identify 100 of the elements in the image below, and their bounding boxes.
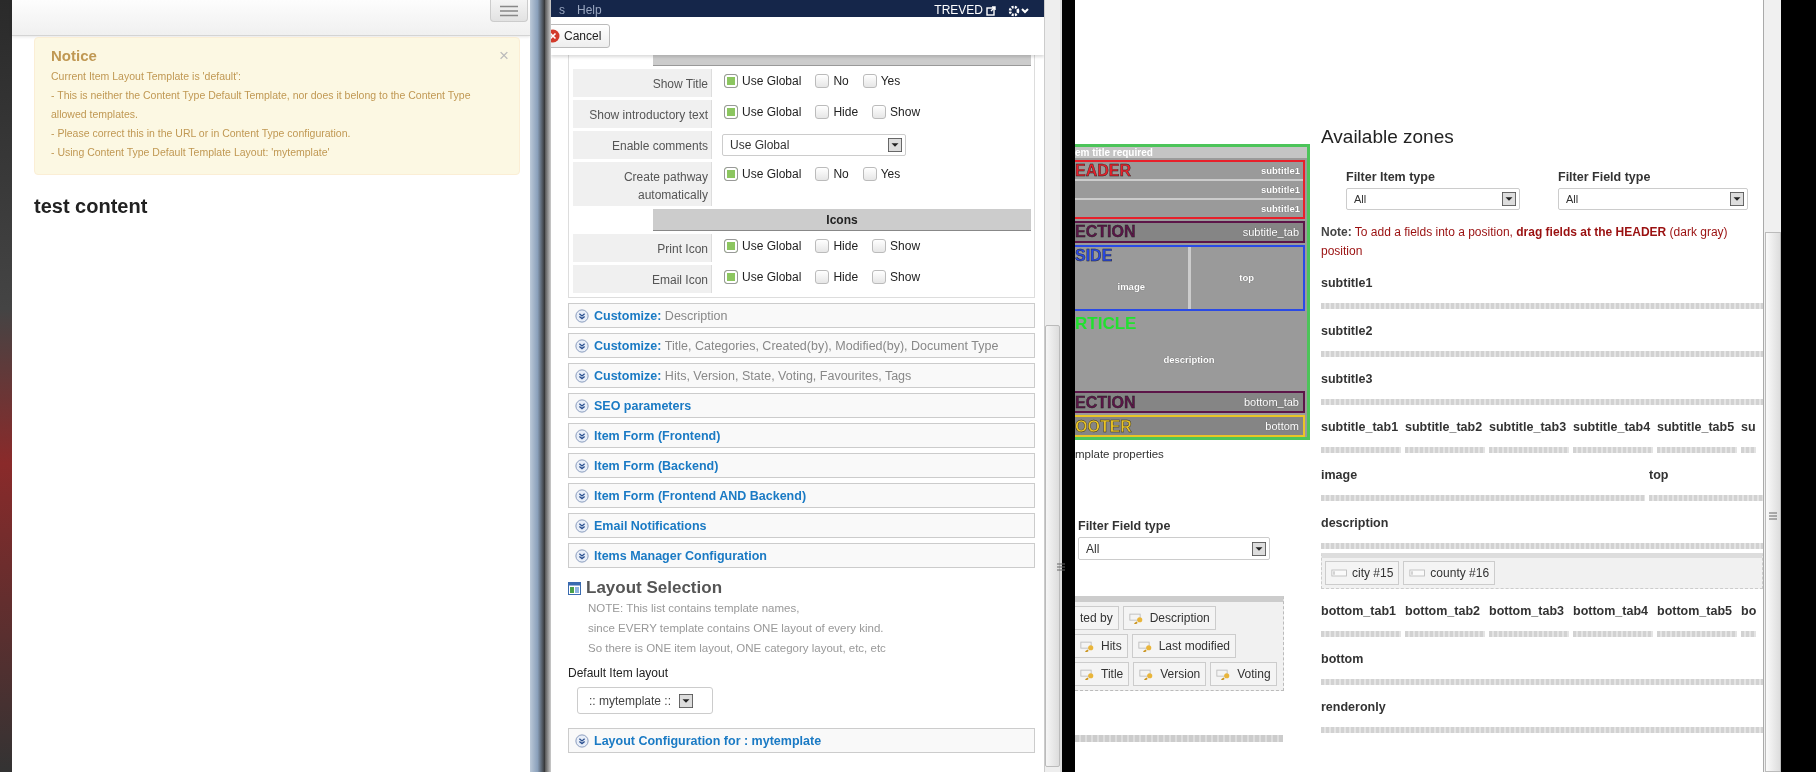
- collapsible-panel[interactable]: Item Form (Frontend AND Backend): [568, 483, 1035, 508]
- zone-label: bo: [1741, 604, 1757, 618]
- radio-option[interactable]: Hide: [815, 105, 859, 119]
- zone-slot: description: [1163, 353, 1215, 365]
- note-text: since EVERY template contains ONE layout of every kind.: [588, 621, 885, 636]
- radio-option[interactable]: Hide: [815, 270, 859, 284]
- collapsible-panel[interactable]: Customize: Hits, Version, State, Voting, Favourites, Tags: [568, 363, 1035, 388]
- expand-icon: [575, 548, 589, 563]
- zone-slot: bottom: [1265, 420, 1299, 433]
- radio-option[interactable]: No: [815, 167, 849, 181]
- zone-label: image: [1321, 468, 1359, 482]
- radio-option[interactable]: No: [815, 74, 849, 88]
- collapsible-panel[interactable]: Item Form (Frontend): [568, 423, 1035, 448]
- radio-option[interactable]: Use Global: [724, 167, 802, 181]
- collapsible-panel[interactable]: Layout Configuration for : mytemplate: [568, 728, 1035, 753]
- zone-slot: subtitle1: [1260, 165, 1300, 176]
- zone-label: su: [1741, 420, 1756, 434]
- zone-label: bottom_tab1: [1321, 604, 1397, 618]
- zone-slot: image: [1117, 280, 1145, 292]
- collapsible-panel[interactable]: Item Form (Backend): [568, 453, 1035, 478]
- option-label: Show Title: [573, 69, 712, 97]
- zone-name: OOTER: [1075, 417, 1132, 435]
- expand-icon: [575, 733, 589, 748]
- filter-label: Filter Field type: [1078, 519, 1172, 533]
- collapsible-panel[interactable]: Email Notifications: [568, 513, 1035, 538]
- caret-icon: [679, 693, 694, 708]
- field-chip[interactable]: county #16: [1403, 561, 1496, 585]
- zone-label: subtitle_tab3: [1489, 420, 1568, 434]
- expand-icon: [575, 308, 589, 323]
- grip-icon[interactable]: [1767, 510, 1778, 522]
- zone-name: SIDE: [1075, 246, 1114, 264]
- field-chip[interactable]: Version: [1133, 662, 1207, 686]
- radio-option[interactable]: Use Global: [724, 270, 802, 284]
- zone-label: bottom_tab5: [1657, 604, 1733, 618]
- layout-select[interactable]: :: mytemplate ::: [577, 687, 713, 714]
- caret-icon: [1730, 192, 1744, 206]
- collapsible-panel[interactable]: SEO parameters: [568, 393, 1035, 418]
- notice-text: Current Item Layout Template is 'default':: [51, 69, 242, 84]
- zone-slot: top: [1239, 272, 1255, 284]
- zone-label: bottom: [1321, 652, 1365, 666]
- zone-name: ECTION: [1075, 223, 1136, 241]
- radio-option[interactable]: Use Global: [724, 239, 802, 253]
- option-label: Print Icon: [573, 234, 712, 262]
- section-title: Layout Selection: [586, 578, 723, 598]
- zone-slot: subtitle1: [1260, 203, 1300, 214]
- field-icon: [1409, 567, 1428, 579]
- collapsible-panel[interactable]: Customize: Title, Categories, Created(by), Modified(by), Document Type: [568, 333, 1035, 358]
- field-chip[interactable]: Last modified: [1131, 634, 1237, 658]
- preview-title: em title required: [1075, 147, 1307, 158]
- zone-name: RTICLE: [1075, 314, 1138, 332]
- expand-icon: [575, 368, 589, 383]
- option-label: Email Icon: [573, 265, 712, 293]
- expand-icon: [575, 398, 589, 413]
- zone-label: bottom_tab3: [1489, 604, 1565, 618]
- filter-select[interactable]: All: [1346, 188, 1520, 210]
- zone-label: subtitle3: [1321, 372, 1374, 386]
- field-chip[interactable]: Description: [1122, 606, 1216, 630]
- expand-icon: [575, 518, 589, 533]
- settings-icon[interactable]: [1008, 5, 1030, 17]
- caret-icon: [888, 138, 902, 152]
- expand-icon: [575, 458, 589, 473]
- note-text: So there is ONE item layout, ONE category layout, etc, etc: [588, 641, 887, 656]
- zone-label: top: [1649, 468, 1670, 482]
- notice-title: Notice: [51, 47, 97, 64]
- field-chip[interactable]: ted by: [1075, 606, 1119, 630]
- collapsible-panel[interactable]: Customize: Description: [568, 303, 1035, 328]
- option-select[interactable]: Use Global: [722, 134, 906, 156]
- filter-select[interactable]: All: [1078, 537, 1270, 560]
- grip-icon[interactable]: [1056, 560, 1066, 574]
- expand-icon: [575, 338, 589, 353]
- user-link[interactable]: TREVED: [934, 4, 996, 17]
- caret-icon: [1252, 541, 1266, 556]
- collapsible-panel[interactable]: Items Manager Configuration: [568, 543, 1035, 568]
- zone-name: ECTION: [1075, 393, 1136, 411]
- field-chip[interactable]: Title: [1075, 662, 1130, 686]
- radio-option[interactable]: Show: [872, 239, 921, 253]
- menu-button[interactable]: [490, 0, 528, 22]
- radio-option[interactable]: Yes: [862, 167, 901, 181]
- radio-option[interactable]: Use Global: [724, 105, 802, 119]
- filter-label: Filter Item type: [1346, 170, 1436, 184]
- cancel-button[interactable]: Cancel: [551, 24, 611, 48]
- menu-item[interactable]: Help: [577, 4, 602, 17]
- zone-label: subtitle2: [1321, 324, 1374, 338]
- zone-label: subtitle_tab5: [1657, 420, 1736, 434]
- filter-select[interactable]: All: [1558, 188, 1748, 210]
- radio-option[interactable]: Show: [872, 270, 921, 284]
- option-label: Create pathway automatically: [573, 162, 712, 206]
- radio-option[interactable]: Use Global: [724, 74, 802, 88]
- menu-item[interactable]: s: [559, 4, 565, 17]
- radio-option[interactable]: Hide: [815, 239, 859, 253]
- field-chip[interactable]: Hits: [1075, 634, 1128, 658]
- radio-option[interactable]: Show: [872, 105, 921, 119]
- notice-text: - This is neither the Content Type Default Template, nor does it belong to the Content Type allowed templates.: [51, 88, 472, 122]
- zone-label: subtitle_tab4: [1573, 420, 1652, 434]
- field-chip[interactable]: Voting: [1210, 662, 1277, 686]
- field-chip[interactable]: city #15: [1325, 561, 1400, 585]
- caret-icon: [1502, 192, 1516, 206]
- properties-link[interactable]: mplate properties: [1075, 448, 1310, 460]
- expand-icon: [575, 428, 589, 443]
- radio-option[interactable]: Yes: [862, 74, 901, 88]
